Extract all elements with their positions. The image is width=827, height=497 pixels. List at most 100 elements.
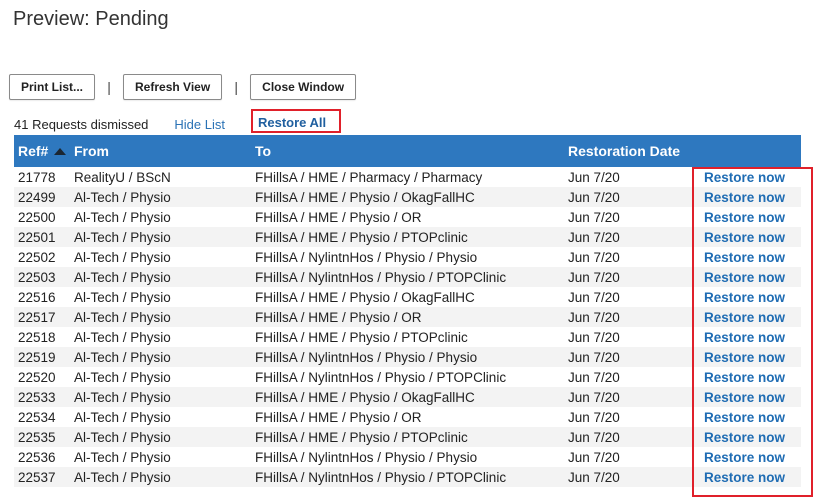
toolbar-separator: | (234, 79, 238, 95)
sort-ascending-icon (54, 148, 67, 156)
ref-cell: 22535 (18, 429, 56, 445)
ref-cell: 22519 (18, 349, 56, 365)
table-row: 22536 Al-Tech / Physio FHillsA / NylintnHo… (14, 447, 801, 467)
restoration-date-cell: Jun 7/20 (568, 289, 620, 305)
table-row: 22502 Al-Tech / Physio FHillsA / NylintnHo… (14, 247, 801, 267)
to-cell: FHillsA / NylintnHos / Physio / Physio (255, 349, 478, 365)
table-row: 22503 Al-Tech / Physio FHillsA / NylintnHo… (14, 267, 801, 287)
ref-column-header[interactable]: Ref# (14, 135, 70, 167)
table-row: 22535 Al-Tech / Physio FHillsA / HME / Phy… (14, 427, 801, 447)
table-row: 21778 RealityU / BScN FHillsA / HME / Phar… (14, 167, 801, 187)
table-row: 22518 Al-Tech / Physio FHillsA / HME / Phy… (14, 327, 801, 347)
ref-cell: 22536 (18, 449, 56, 465)
restoration-date-cell: Jun 7/20 (568, 189, 620, 205)
restore-now-link[interactable]: Restore now (689, 327, 801, 347)
to-cell: FHillsA / NylintnHos / Physio / PTOPClin… (255, 369, 507, 385)
status-bar: 41 Requests dismissed Hide List (14, 114, 225, 134)
restoration-date-cell: Jun 7/20 (568, 449, 620, 465)
from-cell: Al-Tech / Physio (74, 309, 171, 325)
table-header-row: Ref# From To Restoration Date (14, 135, 801, 167)
table-row: 22500 Al-Tech / Physio FHillsA / HME / Phy… (14, 207, 801, 227)
restore-now-link[interactable]: Restore now (689, 167, 801, 187)
restoration-date-cell: Jun 7/20 (568, 229, 620, 245)
from-cell: Al-Tech / Physio (74, 369, 171, 385)
restore-now-link[interactable]: Restore now (689, 247, 801, 267)
ref-cell: 22516 (18, 289, 56, 305)
ref-cell: 22500 (18, 209, 56, 225)
ref-cell: 22501 (18, 229, 56, 245)
from-cell: Al-Tech / Physio (74, 289, 171, 305)
restoration-date-cell: Jun 7/20 (568, 409, 620, 425)
to-cell: FHillsA / HME / Physio / OR (255, 309, 422, 325)
restore-now-link[interactable]: Restore now (689, 187, 801, 207)
restore-now-link[interactable]: Restore now (689, 287, 801, 307)
ref-cell: 22502 (18, 249, 56, 265)
restoration-date-cell: Jun 7/20 (568, 309, 620, 325)
from-column-header[interactable]: From (70, 135, 251, 167)
from-cell: Al-Tech / Physio (74, 409, 171, 425)
ref-cell: 22517 (18, 309, 56, 325)
from-cell: Al-Tech / Physio (74, 329, 171, 345)
to-cell: FHillsA / HME / Physio / OkagFallHC (255, 289, 475, 305)
to-cell: FHillsA / HME / Physio / OkagFallHC (255, 189, 475, 205)
table-row: 22516 Al-Tech / Physio FHillsA / HME / Phy… (14, 287, 801, 307)
restoration-date-cell: Jun 7/20 (568, 389, 620, 405)
to-cell: FHillsA / HME / Physio / PTOPclinic (255, 329, 468, 345)
restore-now-link[interactable]: Restore now (689, 367, 801, 387)
ref-cell: 22534 (18, 409, 56, 425)
dismissed-count-text: 41 Requests dismissed (14, 116, 149, 132)
to-cell: FHillsA / NylintnHos / Physio / PTOPClin… (255, 269, 507, 285)
restoration-date-column-header[interactable]: Restoration Date (564, 135, 689, 167)
ref-cell: 22533 (18, 389, 56, 405)
restoration-date-cell: Jun 7/20 (568, 469, 620, 485)
restore-now-link[interactable]: Restore now (689, 227, 801, 247)
restoration-date-cell: Jun 7/20 (568, 429, 620, 445)
hide-list-link[interactable]: Hide List (174, 117, 225, 132)
ref-cell: 22520 (18, 369, 56, 385)
from-cell: Al-Tech / Physio (74, 469, 171, 485)
ref-column-label: Ref# (18, 143, 49, 159)
restore-now-link[interactable]: Restore now (689, 347, 801, 367)
restoration-date-cell: Jun 7/20 (568, 209, 620, 225)
table-row: 22537 Al-Tech / Physio FHillsA / NylintnHo… (14, 467, 801, 487)
to-cell: FHillsA / HME / Physio / OkagFallHC (255, 389, 475, 405)
table-row: 22520 Al-Tech / Physio FHillsA / NylintnHo… (14, 367, 801, 387)
to-column-header[interactable]: To (251, 135, 564, 167)
ref-cell: 21778 (18, 169, 56, 185)
to-cell: FHillsA / HME / Physio / OR (255, 209, 422, 225)
close-window-button[interactable]: Close Window (250, 74, 357, 100)
from-cell: Al-Tech / Physio (74, 209, 171, 225)
restore-now-link[interactable]: Restore now (689, 207, 801, 227)
restore-now-link[interactable]: Restore now (689, 267, 801, 287)
table-row: 22499 Al-Tech / Physio FHillsA / HME / Phy… (14, 187, 801, 207)
toolbar-separator: | (107, 79, 111, 95)
restoration-date-cell: Jun 7/20 (568, 269, 620, 285)
from-cell: Al-Tech / Physio (74, 389, 171, 405)
from-cell: Al-Tech / Physio (74, 349, 171, 365)
page-title: Preview: Pending (13, 8, 169, 30)
restore-now-link[interactable]: Restore now (689, 427, 801, 447)
from-cell: RealityU / BScN (74, 169, 171, 185)
to-cell: FHillsA / HME / Physio / PTOPclinic (255, 429, 468, 445)
toolbar: Print List... | Refresh View | Close Win… (9, 73, 357, 101)
refresh-view-button[interactable]: Refresh View (123, 74, 223, 100)
ref-cell: 22518 (18, 329, 56, 345)
to-cell: FHillsA / HME / Physio / OR (255, 409, 422, 425)
to-cell: FHillsA / NylintnHos / Physio / Physio (255, 449, 478, 465)
restore-all-link[interactable]: Restore All (258, 115, 326, 130)
restoration-date-cell: Jun 7/20 (568, 329, 620, 345)
restore-now-link[interactable]: Restore now (689, 447, 801, 467)
to-cell: FHillsA / HME / Pharmacy / Pharmacy (255, 169, 483, 185)
from-cell: Al-Tech / Physio (74, 449, 171, 465)
restore-now-link[interactable]: Restore now (689, 467, 801, 487)
restore-now-link[interactable]: Restore now (689, 307, 801, 327)
restore-now-link[interactable]: Restore now (689, 387, 801, 407)
ref-cell: 22537 (18, 469, 56, 485)
restore-now-link[interactable]: Restore now (689, 407, 801, 427)
from-cell: Al-Tech / Physio (74, 249, 171, 265)
table-row: 22533 Al-Tech / Physio FHillsA / HME / Phy… (14, 387, 801, 407)
table-row: 22501 Al-Tech / Physio FHillsA / HME / Phy… (14, 227, 801, 247)
from-cell: Al-Tech / Physio (74, 189, 171, 205)
print-list-button[interactable]: Print List... (9, 74, 96, 100)
from-cell: Al-Tech / Physio (74, 429, 171, 445)
